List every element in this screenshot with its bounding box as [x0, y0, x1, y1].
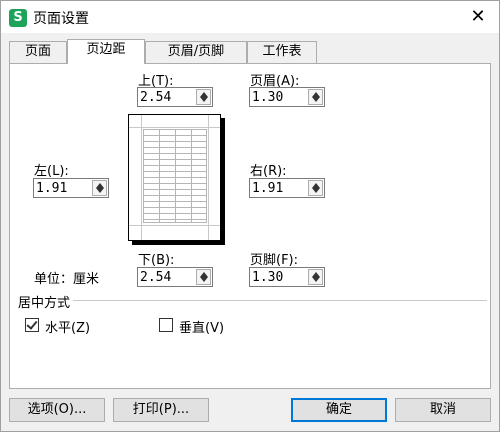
vertical-center-checkbox[interactable]: [159, 318, 173, 332]
center-group-divider: [73, 300, 487, 301]
unit-label: 单位：厘米: [34, 272, 100, 287]
right-margin-label: 右(R):: [250, 164, 287, 179]
left-margin-guide: [141, 115, 142, 240]
options-button[interactable]: 选项(O)...: [9, 398, 105, 422]
dialog-title: 页面设置: [33, 11, 89, 27]
spin-arrows-icon[interactable]: [308, 269, 323, 285]
spin-arrows-icon[interactable]: [196, 269, 211, 285]
tab-page[interactable]: 页面: [9, 41, 67, 63]
horizontal-center-label[interactable]: 水平(Z): [45, 317, 90, 336]
margins-panel: 上(T): 页眉(A): 左(L): 右(R):: [9, 63, 491, 389]
spin-arrows-icon[interactable]: [308, 180, 323, 196]
top-margin-stepper[interactable]: [137, 87, 213, 107]
right-margin-stepper[interactable]: [249, 178, 325, 198]
tab-margins[interactable]: 页边距: [67, 39, 145, 64]
center-group-label: 居中方式: [18, 296, 71, 311]
vertical-center-label[interactable]: 垂直(V): [179, 317, 224, 336]
preview-grid: [143, 129, 207, 223]
spin-arrows-icon[interactable]: [196, 89, 211, 105]
cancel-button[interactable]: 取消: [395, 398, 491, 422]
bottom-margin-input[interactable]: [140, 269, 194, 285]
print-button[interactable]: 打印(P)...: [113, 398, 209, 422]
footer-margin-label: 页脚(F):: [250, 253, 299, 268]
top-margin-input[interactable]: [140, 89, 194, 105]
tab-sheet[interactable]: 工作表: [247, 41, 317, 63]
footer-margin-stepper[interactable]: [249, 267, 325, 287]
top-margin-guide: [129, 127, 220, 128]
spin-arrows-icon[interactable]: [92, 180, 107, 196]
header-margin-input[interactable]: [252, 89, 306, 105]
bottom-margin-label: 下(B):: [138, 253, 175, 268]
left-margin-stepper[interactable]: [33, 178, 109, 198]
right-margin-input[interactable]: [252, 180, 306, 196]
page-setup-dialog: S 页面设置 ✕ 页面 页边距 页眉/页脚 工作表 上(T): 页眉(A): 左…: [0, 0, 500, 432]
left-margin-input[interactable]: [36, 180, 90, 196]
app-logo-icon: S: [9, 9, 27, 27]
close-button[interactable]: ✕: [465, 5, 491, 29]
tab-header-footer[interactable]: 页眉/页脚: [145, 41, 247, 63]
title-bar: S 页面设置 ✕: [1, 1, 499, 33]
ok-button[interactable]: 确定: [291, 398, 387, 422]
right-margin-guide: [208, 115, 209, 240]
bottom-margin-stepper[interactable]: [137, 267, 213, 287]
footer-margin-input[interactable]: [252, 269, 306, 285]
bottom-margin-guide: [129, 225, 220, 226]
spin-arrows-icon[interactable]: [308, 89, 323, 105]
page-preview: [128, 114, 221, 241]
header-margin-stepper[interactable]: [249, 87, 325, 107]
horizontal-center-checkbox[interactable]: [25, 318, 39, 332]
left-margin-label: 左(L):: [34, 164, 69, 179]
